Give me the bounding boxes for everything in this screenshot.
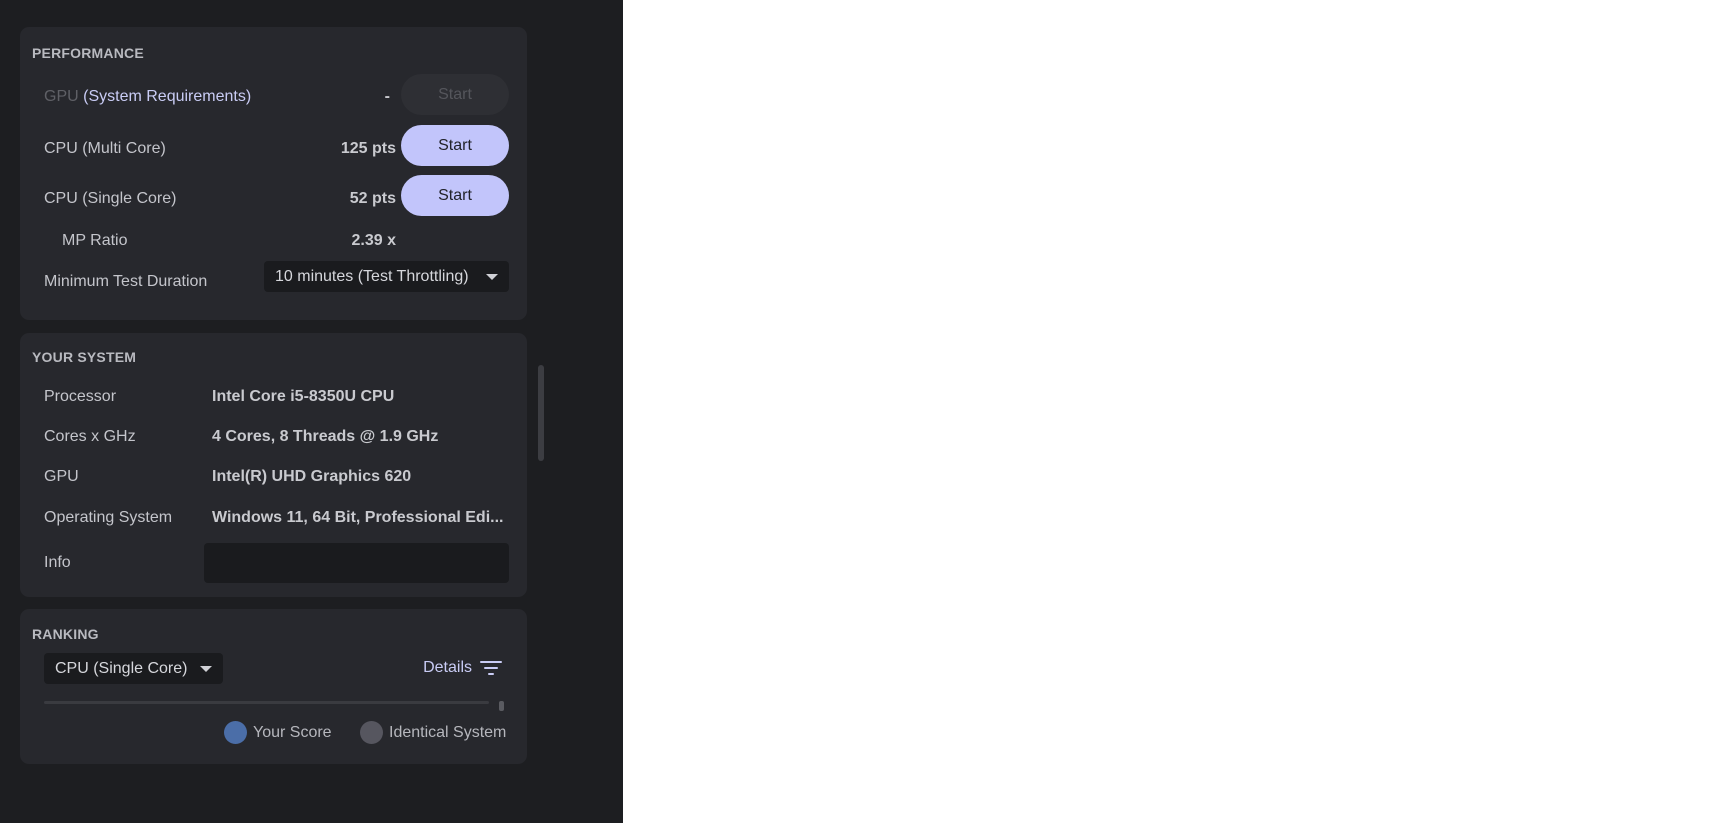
your-score-dot [224,721,247,744]
ranking-bar-track [44,701,489,704]
scrollbar[interactable] [538,365,544,461]
duration-label: Minimum Test Duration [44,273,208,290]
os-label: Operating System [44,509,173,526]
sidebar: PERFORMANCE GPU (System Requirements) - … [0,0,623,823]
cores-label: Cores x GHz [44,428,136,445]
gpu-info-value: Intel(R) UHD Graphics 620 [212,468,412,485]
processor-value: Intel Core i5-8350U CPU [212,388,395,405]
cpu-single-start-button[interactable]: Start [401,175,509,216]
cpu-multi-score: 125 pts [340,140,396,157]
os-value: Windows 11, 64 Bit, Professional Edi... [212,509,504,526]
ranking-marker [499,701,504,711]
identical-system-dot [360,721,383,744]
mp-ratio-label: MP Ratio [62,232,128,249]
gpu-info-label: GPU [44,468,79,485]
gpu-label-text: GPU [44,88,79,105]
info-label: Info [44,554,71,571]
details-label: Details [423,659,472,676]
cpu-multi-label: CPU (Multi Core) [44,140,166,157]
ranking-type-selected: CPU (Single Core) [55,659,188,677]
cpu-single-score: 52 pts [349,190,396,207]
legend-identical-system: Identical System [360,721,506,744]
performance-panel: PERFORMANCE GPU (System Requirements) - … [20,27,527,320]
system-title: YOUR SYSTEM [32,349,137,365]
ranking-type-dropdown[interactable]: CPU (Single Core) [44,653,223,684]
gpu-label: GPU (System Requirements) [44,88,251,106]
filter-icon [480,660,502,676]
ranking-title: RANKING [32,626,99,642]
cores-value: 4 Cores, 8 Threads @ 1.9 GHz [212,428,439,445]
cpu-multi-start-button[interactable]: Start [401,125,509,166]
gpu-score: - [384,88,390,105]
cpu-single-label: CPU (Single Core) [44,190,177,207]
processor-label: Processor [44,388,117,405]
duration-dropdown[interactable]: 10 minutes (Test Throttling) [264,261,509,292]
system-panel: YOUR SYSTEM Processor Intel Core i5-8350… [20,333,527,597]
legend-your-score: Your Score [224,721,332,744]
mp-ratio-value: 2.39 x [351,232,396,249]
details-button[interactable]: Details [423,659,502,677]
chevron-down-icon [486,274,498,280]
legend-your-score-label: Your Score [253,723,332,741]
legend-identical-system-label: Identical System [389,723,507,741]
ranking-panel: RANKING CPU (Single Core) Details Your S… [20,609,527,764]
duration-selected: 10 minutes (Test Throttling) [275,267,469,285]
info-field[interactable] [204,543,509,583]
performance-title: PERFORMANCE [32,45,144,61]
gpu-start-button[interactable]: Start [401,74,509,115]
system-requirements-link[interactable]: (System Requirements) [83,88,251,105]
chevron-down-icon [200,666,212,672]
